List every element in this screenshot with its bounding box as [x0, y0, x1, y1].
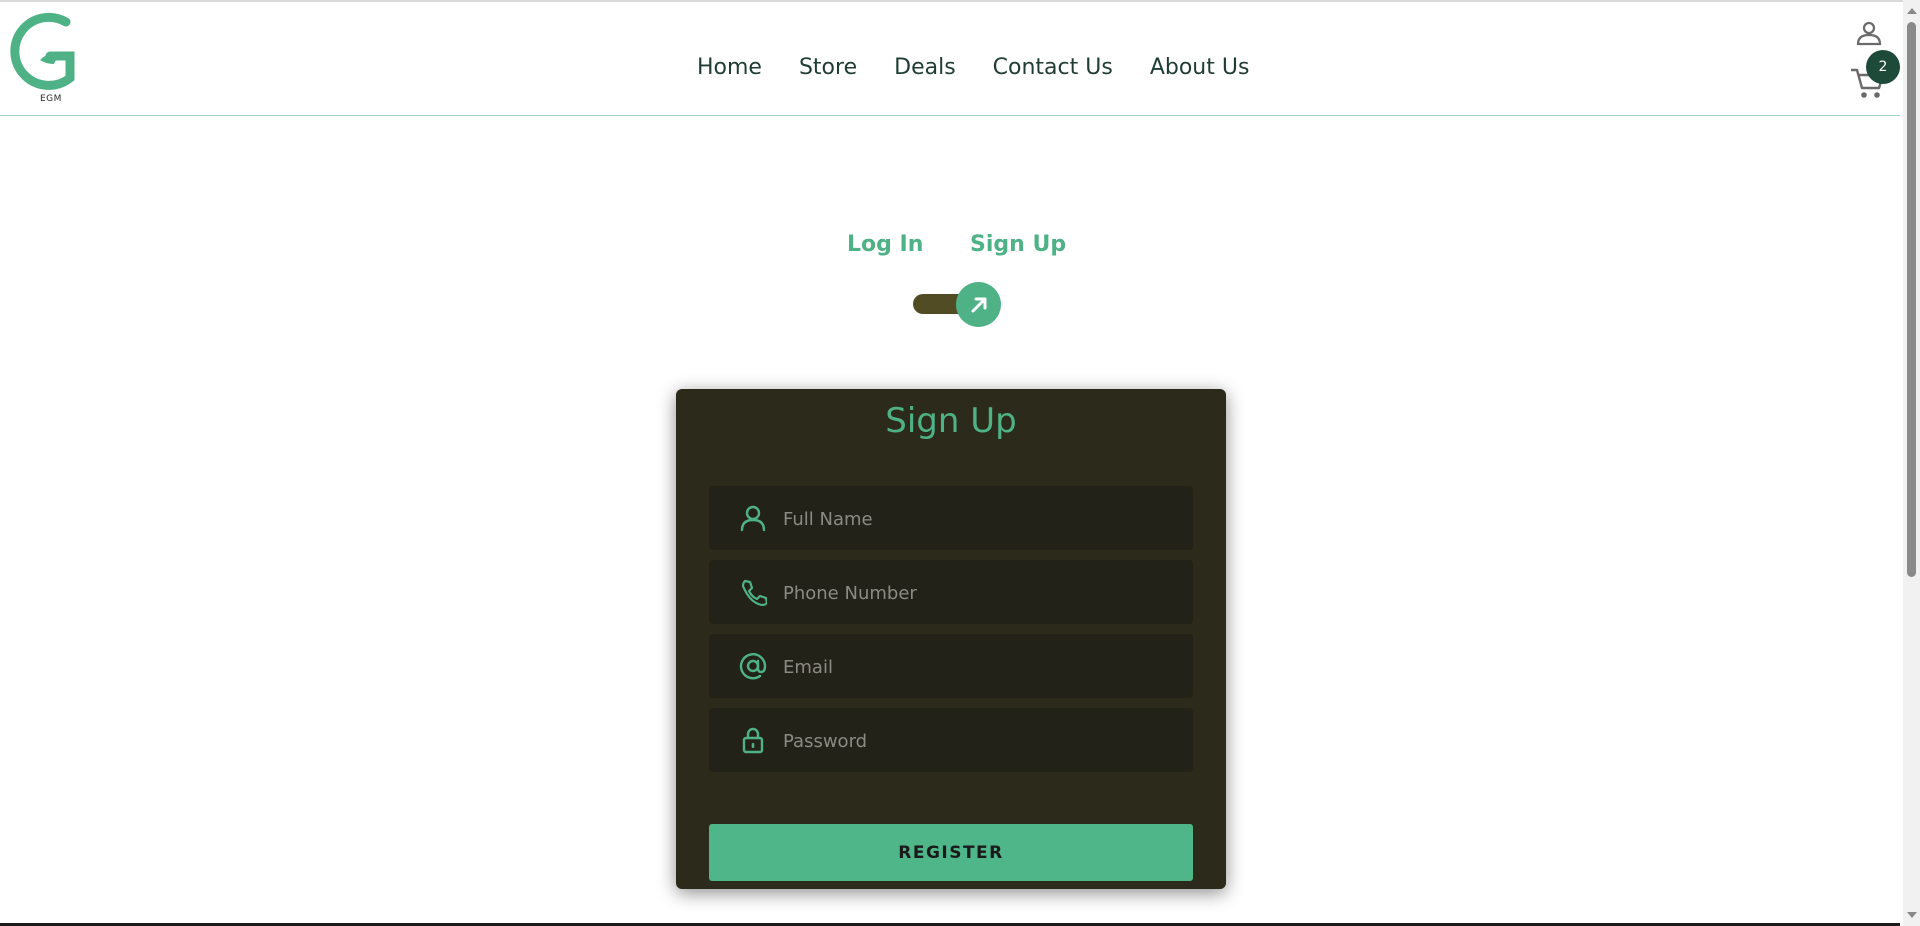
full-name-field: [709, 486, 1193, 552]
tab-sign-up[interactable]: Sign Up: [970, 232, 1066, 257]
user-account-icon[interactable]: [1855, 20, 1883, 48]
scroll-up-arrow-icon[interactable]: [1907, 8, 1917, 14]
logo-g-icon: [10, 12, 75, 90]
cart-count-badge: 2: [1866, 50, 1900, 84]
phone-field: [709, 560, 1193, 626]
password-field: [709, 708, 1193, 774]
lock-icon: [742, 727, 764, 754]
scroll-down-arrow-icon[interactable]: [1907, 912, 1917, 918]
email-input[interactable]: [781, 634, 1185, 700]
phone-icon: [741, 579, 767, 606]
arrow-up-right-icon: [971, 297, 986, 312]
full-name-input[interactable]: [781, 486, 1185, 552]
form-title: Sign Up: [885, 401, 1017, 441]
auth-toggle-knob[interactable]: [956, 282, 1001, 327]
nav-deals[interactable]: Deals: [894, 55, 956, 80]
logo-text: EGM: [40, 94, 62, 104]
register-button[interactable]: REGISTER: [709, 824, 1193, 881]
nav-about-us[interactable]: About Us: [1150, 55, 1250, 80]
signup-card: Sign Up REGISTER: [676, 389, 1226, 889]
phone-number-input[interactable]: [781, 560, 1185, 626]
nav-store[interactable]: Store: [799, 55, 857, 80]
nav-contact-us[interactable]: Contact Us: [993, 55, 1113, 80]
main-nav: Home Store Deals Contact Us About Us: [697, 55, 1286, 80]
nav-home[interactable]: Home: [697, 55, 762, 80]
logo[interactable]: [10, 12, 82, 104]
email-field: [709, 634, 1193, 700]
password-input[interactable]: [781, 708, 1185, 774]
user-icon: [740, 505, 766, 532]
auth-tabs: Log In Sign Up: [0, 232, 1900, 272]
site-header: EGM Home Store Deals Contact Us About Us…: [0, 2, 1900, 116]
scrollbar-thumb[interactable]: [1907, 22, 1916, 577]
at-sign-icon: [739, 653, 767, 680]
page-scrollbar[interactable]: [1903, 0, 1920, 926]
tab-log-in[interactable]: Log In: [847, 232, 923, 257]
